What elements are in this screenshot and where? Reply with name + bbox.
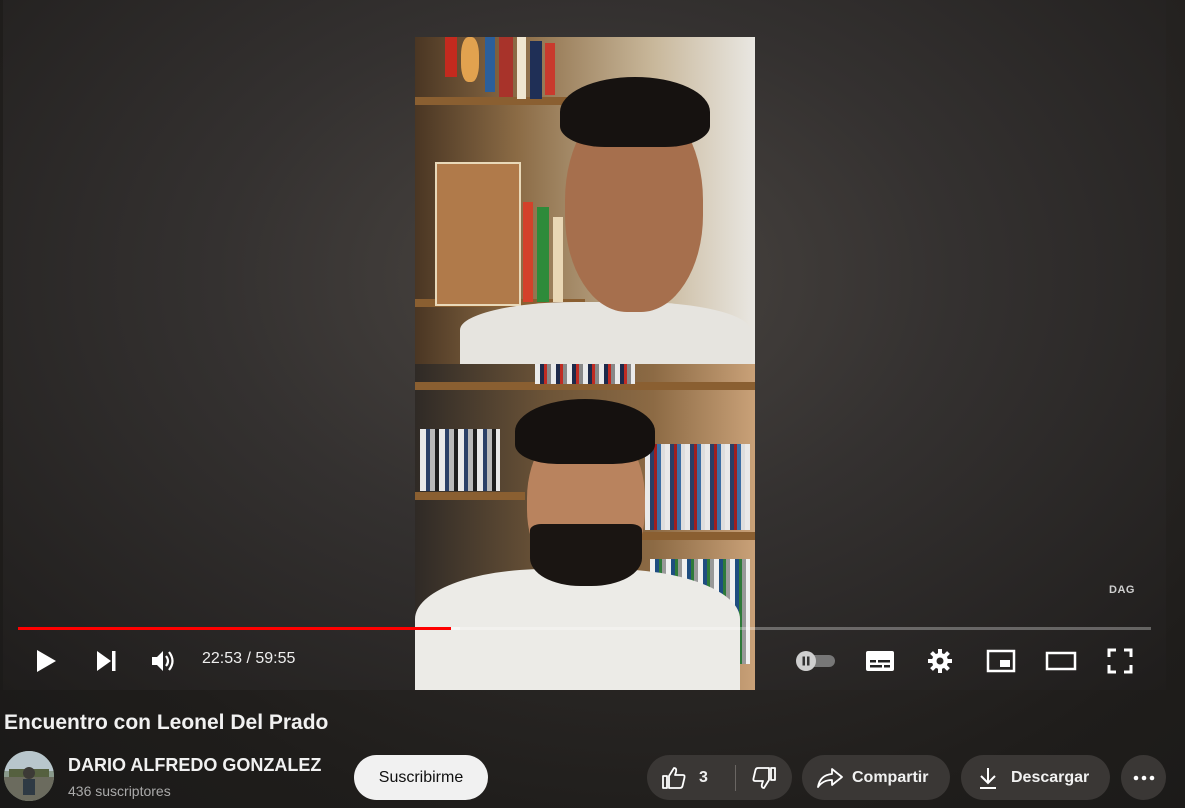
like-button[interactable]: 3: [647, 755, 735, 800]
video-player[interactable]: DAG: [3, 0, 1166, 690]
avatar[interactable]: [4, 751, 54, 801]
dislike-button[interactable]: [736, 755, 792, 800]
like-count: 3: [699, 768, 708, 786]
download-icon: [980, 767, 996, 789]
download-label: Descargar: [1011, 768, 1090, 786]
share-icon: [817, 767, 843, 788]
like-dislike-group: 3: [647, 755, 792, 800]
progress-played: [18, 627, 451, 630]
captions-button[interactable]: [862, 645, 898, 677]
share-button[interactable]: Compartir: [802, 755, 950, 800]
miniplayer-button[interactable]: [983, 645, 1019, 677]
video-frame[interactable]: [415, 37, 755, 690]
subscribe-button[interactable]: Suscribirme: [354, 755, 488, 800]
captions-icon: [866, 651, 894, 671]
autoplay-toggle-icon: [796, 651, 835, 671]
video-top-pane: [415, 37, 755, 372]
download-button[interactable]: Descargar: [961, 755, 1110, 800]
theater-button[interactable]: [1042, 645, 1080, 677]
next-button[interactable]: [90, 645, 122, 677]
fullscreen-button[interactable]: [1104, 645, 1136, 677]
settings-button[interactable]: [924, 645, 956, 677]
share-label: Compartir: [852, 768, 929, 786]
video-title: Encuentro con Leonel Del Prado: [4, 711, 329, 734]
fullscreen-icon: [1107, 648, 1133, 674]
thumbs-up-icon: [662, 766, 686, 789]
more-horizontal-icon: [1133, 775, 1154, 780]
autoplay-toggle[interactable]: [792, 648, 838, 674]
progress-bar[interactable]: [18, 627, 1151, 630]
subscriber-count: 436 suscriptores: [68, 783, 171, 799]
more-actions-button[interactable]: [1121, 755, 1166, 800]
time-display: 22:53 / 59:55: [202, 650, 296, 667]
miniplayer-icon: [986, 649, 1016, 673]
next-icon: [97, 651, 116, 671]
channel-avatar-image: [4, 751, 54, 801]
gear-icon: [928, 649, 952, 673]
channel-name[interactable]: DARIO ALFREDO GONZALEZ: [68, 755, 321, 776]
play-icon: [37, 650, 56, 672]
theater-icon: [1045, 651, 1077, 671]
video-watermark: DAG: [1109, 584, 1135, 596]
thumbs-down-icon: [752, 766, 777, 789]
volume-button[interactable]: [148, 645, 180, 677]
video-bottom-pane: [415, 364, 755, 690]
volume-icon: [152, 651, 174, 671]
play-button[interactable]: [30, 645, 62, 677]
